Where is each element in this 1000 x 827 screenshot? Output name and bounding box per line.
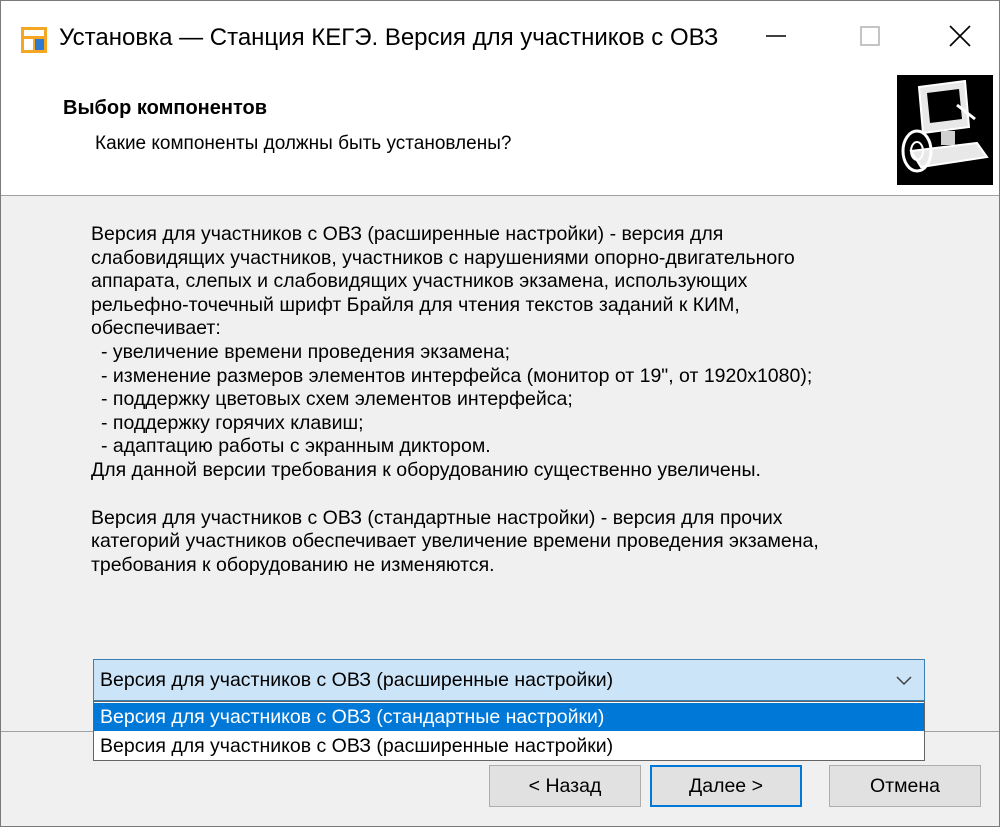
- components-dropdown-list[interactable]: Версия для участников с ОВЗ (стандартные…: [93, 701, 925, 761]
- description-line: рельефно-точечный шрифт Брайля для чтени…: [91, 293, 740, 316]
- close-icon: [949, 25, 971, 47]
- cancel-button[interactable]: Отмена: [829, 765, 981, 807]
- next-button[interactable]: Далее >: [650, 765, 802, 807]
- chevron-down-icon: [894, 670, 914, 690]
- description-line: требования к оборудованию не изменяются.: [91, 553, 495, 576]
- description-line: Версия для участников с ОВЗ (стандартные…: [91, 506, 783, 529]
- maximize-button[interactable]: [825, 1, 915, 71]
- computer-install-icon: [897, 75, 993, 185]
- dropdown-option-extended[interactable]: Версия для участников с ОВЗ (расширенные…: [94, 732, 924, 760]
- page-subtitle: Какие компоненты должны быть установлены…: [95, 133, 512, 154]
- components-select-value: Версия для участников с ОВЗ (расширенные…: [100, 669, 614, 691]
- feature-item: - поддержку цветовых схем элементов инте…: [101, 388, 573, 411]
- maximize-icon: [860, 26, 880, 46]
- description-line: аппарата, слепых и слабовидящих участник…: [91, 270, 748, 293]
- title-bar[interactable]: Установка — Станция КЕГЭ. Версия для уча…: [1, 1, 999, 71]
- description-text: Версия для участников с ОВЗ (расширенные…: [91, 223, 951, 577]
- page-header: Выбор компонентов Какие компоненты должн…: [1, 71, 999, 196]
- installer-app-icon: [21, 27, 47, 53]
- feature-item: - поддержку горячих клавиш;: [101, 411, 364, 434]
- back-button[interactable]: < Назад: [489, 765, 641, 807]
- minimize-icon: [766, 35, 786, 37]
- requirements-note: Для данной версии требования к оборудова…: [91, 458, 761, 481]
- description-line: Версия для участников с ОВЗ (расширенные…: [91, 223, 724, 245]
- installer-window: Установка — Станция КЕГЭ. Версия для уча…: [0, 0, 1000, 827]
- feature-item: - изменение размеров элементов интерфейс…: [101, 364, 813, 387]
- dropdown-option-standard[interactable]: Версия для участников с ОВЗ (стандартные…: [94, 703, 924, 731]
- description-line: слабовидящих участников, участников с на…: [91, 246, 795, 269]
- feature-item: - адаптацию работы с экранным диктором.: [101, 435, 491, 458]
- feature-item: - увеличение времени проведения экзамена…: [101, 340, 511, 363]
- window-title: Установка — Станция КЕГЭ. Версия для уча…: [59, 24, 719, 51]
- description-line: обеспечивает:: [91, 317, 221, 340]
- minimize-button[interactable]: [731, 1, 821, 71]
- page-title: Выбор компонентов: [63, 97, 267, 119]
- close-button[interactable]: [915, 1, 999, 71]
- components-select[interactable]: Версия для участников с ОВЗ (расширенные…: [93, 659, 925, 701]
- feature-list: - увеличение времени проведения экзамена…: [91, 341, 951, 459]
- description-line: категорий участников обеспечивает увелич…: [91, 530, 819, 553]
